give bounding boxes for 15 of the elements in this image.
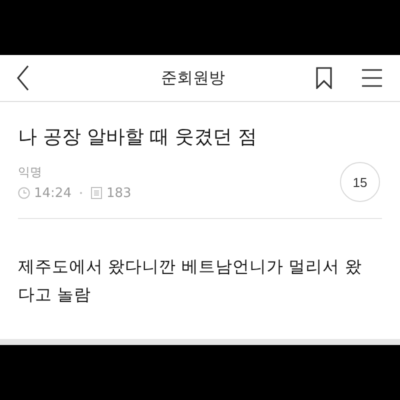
bookmark-button[interactable]	[316, 67, 332, 89]
back-icon	[16, 65, 30, 91]
bookmark-icon	[316, 67, 332, 89]
clock-icon	[18, 187, 30, 199]
back-button[interactable]	[16, 65, 30, 91]
header-title: 준회원방	[160, 68, 226, 88]
menu-icon	[362, 68, 382, 88]
post-time: 14:24	[34, 186, 72, 200]
author-name: 익명	[18, 164, 43, 180]
comment-count-button[interactable]: 15	[340, 162, 380, 202]
menu-button[interactable]	[362, 68, 382, 88]
view-count: 183	[106, 186, 132, 200]
post-title: 나 공장 알바할 때 웃겼던 점	[18, 125, 258, 150]
post-body: 제주도에서 왔다니깐 베트남언니가 멀리서 왔다고 놀람	[18, 256, 363, 306]
document-icon	[91, 187, 102, 199]
